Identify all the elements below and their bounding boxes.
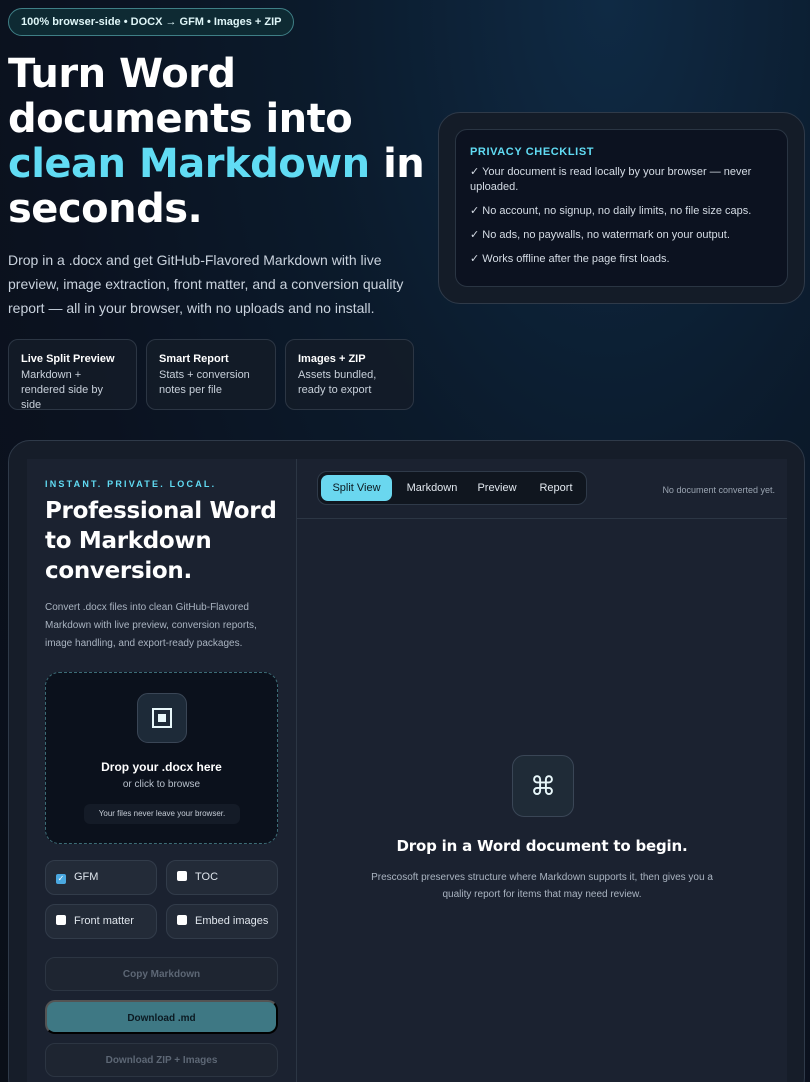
empty-state-description: Prescosoft preserves structure where Mar… [371,872,713,900]
option-embed-images[interactable]: Embed images [166,904,278,939]
privacy-heading: PRIVACY CHECKLIST [470,146,595,158]
view-tabs: Split View Markdown Preview Report [317,471,587,505]
dropzone-subtitle: or click to browse [122,779,201,790]
option-label: TOC [195,871,219,883]
hero-title: Turn Word documents into clean Markdown … [8,52,428,232]
option-label: GFM [74,871,99,883]
converter-app: INSTANT. PRIVATE. LOCAL. Professional Wo… [8,440,805,1082]
tab-markdown[interactable]: Markdown [396,475,468,501]
checkbox-icon[interactable] [177,871,187,881]
option-label: Embed images [195,915,269,927]
privacy-item: ✓ No ads, no paywalls, no watermark on y… [470,229,730,241]
privacy-checklist: PRIVACY CHECKLIST ✓ Your document is rea… [455,129,788,287]
hero-title-accent: clean Markdown [8,141,370,187]
feature-title: Images + ZIP [298,353,366,365]
feature-card-smart-report: Smart Report Stats + conversion notes pe… [146,339,276,410]
feature-card-images-zip: Images + ZIP Assets bundled, ready to ex… [285,339,414,410]
tab-report[interactable]: Report [528,475,584,501]
privacy-item: ✓ Works offline after the page first loa… [470,253,670,265]
panel-divider [297,518,787,519]
privacy-item: ✓ Your document is read locally by your … [470,166,752,193]
sidebar-kicker: INSTANT. PRIVATE. LOCAL. [45,479,217,489]
option-label: Front matter [74,915,134,927]
feature-text: Assets bundled, ready to export [298,369,377,396]
privacy-panel: PRIVACY CHECKLIST ✓ Your document is rea… [438,112,805,304]
download-zip-button[interactable]: Download ZIP + Images [45,1043,278,1077]
document-icon [137,693,187,743]
empty-state-title: Drop in a Word document to begin. [396,837,688,855]
sidebar-title: Professional Word to Markdown conversion… [45,498,277,584]
converter-sidebar: INSTANT. PRIVATE. LOCAL. Professional Wo… [27,459,297,1082]
checkbox-icon[interactable] [56,915,66,925]
hero-description: Drop in a .docx and get GitHub-Flavored … [8,252,404,316]
checkbox-icon[interactable] [177,915,187,925]
conversion-status: No document converted yet. [662,485,775,495]
option-gfm[interactable]: ✓ GFM [45,860,157,895]
tab-preview[interactable]: Preview [470,475,524,501]
option-front-matter[interactable]: Front matter [45,904,157,939]
top-badge: 100% browser-side • DOCX → GFM • Images … [8,8,295,36]
hero-title-part-1: Turn Word documents into [8,51,353,142]
feature-card-live-preview: Live Split Preview Markdown + rendered s… [8,339,137,411]
command-icon: ⌘ [512,755,574,817]
file-dropzone[interactable]: Drop your .docx here or click to browse … [45,672,278,844]
checkbox-checked-icon[interactable]: ✓ [56,874,66,884]
sidebar-description: Convert .docx files into clean GitHub-Fl… [45,602,257,649]
feature-text: Markdown + rendered side by side [21,369,103,411]
copy-markdown-button[interactable]: Copy Markdown [45,957,278,991]
output-panel: Split View Markdown Preview Report No do… [297,459,787,1082]
dropzone-title: Drop your .docx here [101,760,222,774]
tab-split-view[interactable]: Split View [321,475,392,501]
feature-title: Live Split Preview [21,353,115,365]
download-md-button[interactable]: Download .md [45,1000,278,1034]
option-toc[interactable]: TOC [166,860,278,895]
feature-text: Stats + conversion notes per file [159,369,250,396]
privacy-item: ✓ No account, no signup, no daily limits… [470,205,752,217]
dropzone-note: Your files never leave your browser. [84,804,240,824]
feature-title: Smart Report [159,353,229,365]
